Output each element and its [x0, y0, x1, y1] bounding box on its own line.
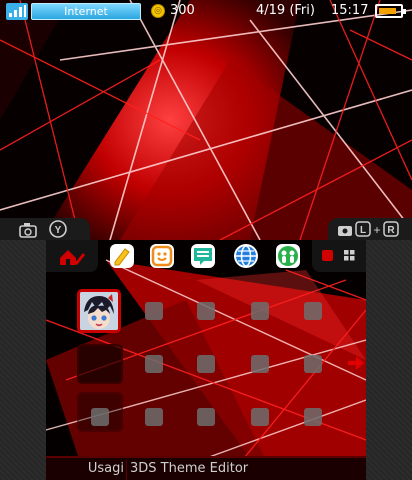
empty-slot[interactable] [251, 408, 269, 426]
theme-author: Usagi [87, 461, 124, 476]
empty-tile[interactable] [77, 344, 123, 384]
notes-icon[interactable] [108, 242, 136, 270]
battery-level-fill [379, 8, 396, 14]
friends-icon[interactable] [274, 242, 302, 270]
empty-slot[interactable] [145, 355, 163, 373]
svg-text:R: R [387, 225, 395, 236]
date-display: 4/19 (Fri) [256, 3, 315, 18]
app-tile-selected[interactable] [77, 289, 121, 333]
grid-view-icon[interactable] [344, 250, 355, 261]
bottom-screen: Usagi 3DS Theme Editor [0, 240, 412, 480]
empty-slot[interactable] [197, 408, 215, 426]
browser-icon[interactable] [232, 242, 260, 270]
right-border [366, 240, 412, 480]
svg-text:Y: Y [55, 225, 62, 236]
network-status-badge: Internet [31, 3, 141, 20]
left-border [0, 240, 46, 480]
empty-slot[interactable] [197, 302, 215, 320]
empty-slot[interactable] [304, 408, 322, 426]
play-coin-icon: ◎ [151, 4, 165, 18]
theme-editor-label: 3DS Theme Editor [130, 461, 249, 476]
divider [126, 460, 127, 480]
screenshot-shortcut-tab[interactable]: L + R [328, 218, 412, 240]
time-display: 15:17 [331, 3, 369, 18]
single-view-icon[interactable] [322, 250, 333, 261]
miiverse-icon[interactable] [148, 242, 176, 270]
wifi-signal-icon [6, 3, 28, 20]
empty-slot[interactable] [145, 408, 163, 426]
status-bar: Internet ◎ 300 4/19 (Fri) 15:17 [0, 0, 412, 24]
empty-slot[interactable] [145, 302, 163, 320]
empty-slot[interactable] [91, 408, 109, 426]
view-toggle-tab[interactable] [312, 240, 366, 272]
empty-slot[interactable] [304, 302, 322, 320]
theme-info-bar: Usagi 3DS Theme Editor [46, 456, 366, 480]
battery-icon [375, 4, 406, 18]
svg-text:+: + [373, 223, 380, 237]
r-button-icon: R [383, 221, 399, 237]
y-button-icon: Y [49, 220, 67, 238]
scroll-right-arrow-icon[interactable] [348, 356, 364, 370]
svg-text:L: L [360, 225, 366, 236]
notifications-icon[interactable] [189, 242, 217, 270]
camera-shortcut-tab[interactable]: Y [0, 218, 90, 240]
empty-slot[interactable] [251, 355, 269, 373]
empty-slot[interactable] [197, 355, 215, 373]
character-avatar-icon [80, 292, 118, 330]
empty-slot[interactable] [251, 302, 269, 320]
l-button-icon: L [355, 221, 371, 237]
empty-slot[interactable] [304, 355, 322, 373]
camera-icon [338, 226, 352, 236]
camera-icon [19, 223, 37, 238]
top-screen: Internet ◎ 300 4/19 (Fri) 15:17 Y L + R [0, 0, 412, 240]
coin-count: 300 [170, 3, 195, 18]
laser-wallpaper [0, 0, 412, 240]
